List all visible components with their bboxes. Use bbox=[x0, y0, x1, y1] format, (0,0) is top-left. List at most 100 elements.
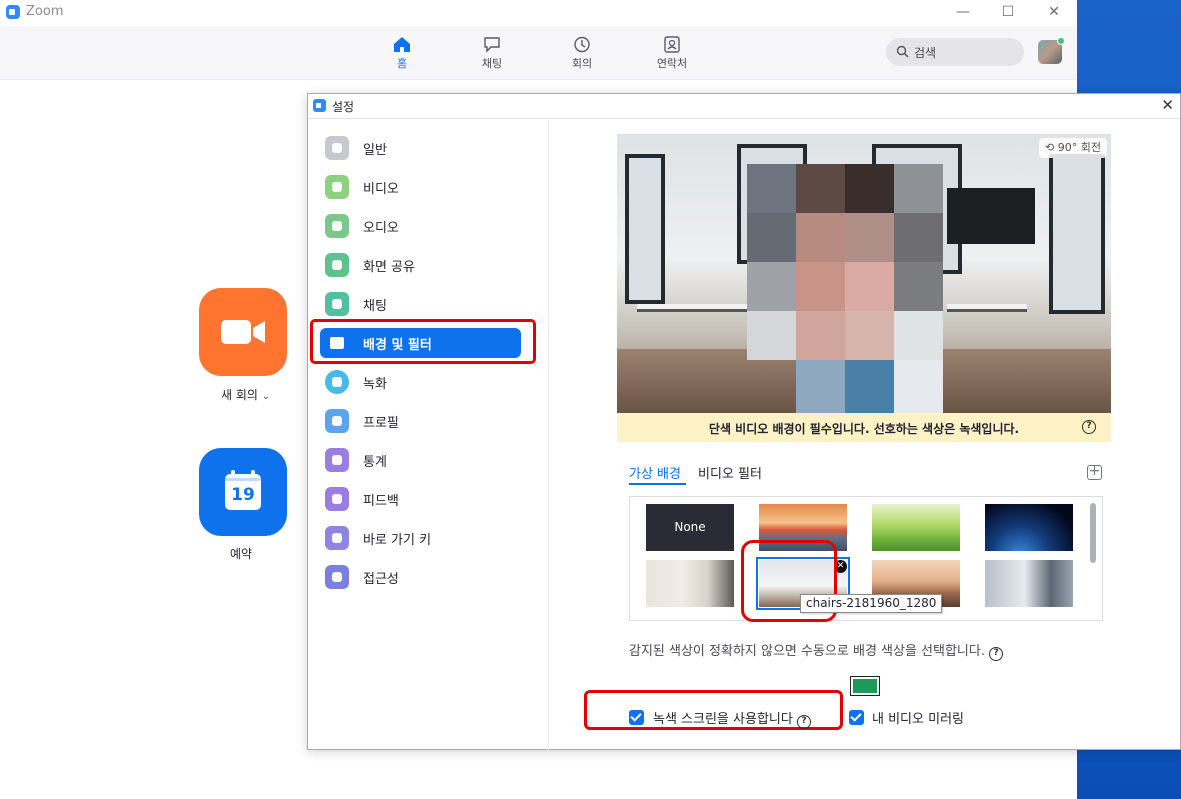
sidebar-item-share-screen[interactable]: 화면 공유 bbox=[320, 250, 521, 280]
background-none[interactable]: None bbox=[646, 504, 734, 551]
sidebar-item-label: 오디오 bbox=[363, 221, 399, 236]
zoom-logo-icon bbox=[6, 5, 20, 19]
sidebar-item-general[interactable]: 일반 bbox=[320, 133, 521, 163]
help-icon[interactable]: ? bbox=[796, 715, 811, 729]
new-meeting-button[interactable] bbox=[199, 288, 287, 376]
nav-tab-home[interactable]: 홈 bbox=[367, 36, 437, 76]
settings-title: 설정 bbox=[332, 100, 355, 114]
room-window bbox=[1049, 154, 1105, 314]
gear-icon bbox=[325, 136, 349, 160]
profile-icon bbox=[325, 409, 349, 433]
close-button[interactable]: ✕ bbox=[1036, 2, 1072, 22]
scrollbar-thumb[interactable] bbox=[1090, 503, 1096, 563]
nav-tab-label: 연락처 bbox=[656, 57, 688, 70]
sidebar-item-feedback[interactable]: 피드백 bbox=[320, 484, 521, 514]
sidebar-item-label: 녹화 bbox=[363, 377, 387, 392]
sidebar-item-label: 일반 bbox=[363, 143, 387, 158]
manual-color-hint: 감지된 색상이 정확하지 않으면 수동으로 배경 색상을 선택합니다. ? bbox=[629, 640, 1004, 661]
sidebar-item-label: 통계 bbox=[363, 455, 387, 470]
sidebar-item-label: 프로필 bbox=[363, 416, 399, 431]
zoom-logo-icon bbox=[313, 99, 326, 112]
green-screen-checkbox[interactable] bbox=[629, 710, 644, 725]
plus-icon: + bbox=[1088, 463, 1101, 479]
green-screen-label: 녹색 스크린을 사용합니다 ? bbox=[653, 708, 811, 729]
wall-tv bbox=[947, 188, 1035, 244]
room-table bbox=[637, 304, 747, 312]
feedback-icon bbox=[325, 487, 349, 511]
new-meeting-label: 새 회의 ⌄ bbox=[221, 388, 271, 402]
rotate-icon: ⟲ bbox=[1045, 141, 1058, 154]
gallery-scrollbar[interactable] bbox=[1089, 501, 1097, 619]
sidebar-item-label: 화면 공유 bbox=[363, 260, 415, 275]
tab-video-filters[interactable]: 비디오 필터 bbox=[698, 463, 762, 482]
sidebar-item-video[interactable]: 비디오 bbox=[320, 172, 521, 202]
sidebar-item-label: 비디오 bbox=[363, 182, 399, 197]
minimize-button[interactable]: — bbox=[945, 2, 981, 22]
notice-text: 단색 비디오 배경이 필수입니다. 선호하는 색상은 녹색입니다. bbox=[708, 422, 1020, 436]
accessibility-icon bbox=[325, 565, 349, 589]
video-preview: ⟲ 90° 회전 bbox=[617, 134, 1111, 413]
room-table bbox=[947, 304, 1027, 312]
video-icon bbox=[325, 175, 349, 199]
background-office[interactable] bbox=[646, 560, 734, 607]
sidebar-item-label: 피드백 bbox=[363, 494, 399, 509]
record-icon bbox=[325, 370, 349, 394]
thumbnail-tooltip: chairs-2181960_1280 bbox=[800, 594, 943, 613]
sidebar-item-label: 바로 가기 키 bbox=[363, 533, 432, 548]
window-title: Zoom bbox=[26, 4, 64, 19]
settings-title-bar: 설정 ✕ bbox=[308, 94, 1180, 119]
selected-color bbox=[853, 679, 877, 693]
green-screen-notice: 단색 비디오 배경이 필수입니다. 선호하는 색상은 녹색입니다. ? bbox=[617, 413, 1111, 442]
active-tab-underline bbox=[629, 483, 686, 485]
top-nav: 홈 채팅 회의 연락처 검색 bbox=[0, 26, 1077, 80]
nav-tab-meetings[interactable]: 회의 bbox=[547, 36, 617, 76]
nav-tab-chat[interactable]: 채팅 bbox=[457, 36, 527, 76]
add-background-button[interactable]: + bbox=[1087, 463, 1102, 480]
sidebar-item-chat[interactable]: 채팅 bbox=[320, 289, 521, 319]
avatar[interactable] bbox=[1038, 37, 1065, 64]
search-icon bbox=[896, 45, 909, 58]
nav-tab-contacts[interactable]: 연락처 bbox=[637, 36, 707, 76]
sidebar-item-statistics[interactable]: 통계 bbox=[320, 445, 521, 475]
headphones-icon bbox=[325, 214, 349, 238]
background-color-swatch[interactable] bbox=[850, 676, 880, 696]
background-earth[interactable] bbox=[985, 504, 1073, 551]
chevron-down-icon[interactable]: ⌄ bbox=[262, 391, 270, 402]
statistics-icon bbox=[325, 448, 349, 472]
rotate-button[interactable]: ⟲ 90° 회전 bbox=[1039, 138, 1107, 158]
contacts-icon bbox=[664, 36, 680, 53]
schedule-button[interactable]: 19 bbox=[199, 448, 287, 536]
nav-tab-label: 회의 bbox=[571, 57, 593, 70]
room-window bbox=[625, 154, 665, 304]
chat-icon bbox=[325, 292, 349, 316]
background-workspace[interactable] bbox=[985, 560, 1073, 607]
sidebar-item-recording[interactable]: 녹화 bbox=[320, 367, 521, 397]
nav-tab-label: 홈 bbox=[396, 57, 408, 70]
maximize-button[interactable]: ☐ bbox=[990, 2, 1026, 22]
schedule-label: 예약 bbox=[230, 547, 253, 561]
sidebar-item-accessibility[interactable]: 접근성 bbox=[320, 562, 521, 592]
presence-status-icon bbox=[1057, 37, 1065, 45]
settings-close-button[interactable]: ✕ bbox=[1161, 96, 1174, 114]
rotate-label: 90° 회전 bbox=[1057, 141, 1101, 154]
settings-sidebar: 일반 비디오 오디오 화면 공유 채팅 배경 및 필터 녹화 프로필 통계 피드… bbox=[308, 120, 549, 750]
mirror-video-label: 내 비디오 미러링 bbox=[872, 712, 964, 727]
sidebar-item-keyboard-shortcuts[interactable]: 바로 가기 키 bbox=[320, 523, 521, 553]
calendar-day: 19 bbox=[231, 485, 255, 505]
sidebar-item-audio[interactable]: 오디오 bbox=[320, 211, 521, 241]
background-grass[interactable] bbox=[872, 504, 960, 551]
sidebar-item-profile[interactable]: 프로필 bbox=[320, 406, 521, 436]
highlight-sidebar-box bbox=[310, 319, 536, 364]
chat-icon bbox=[484, 37, 500, 53]
sidebar-item-label: 채팅 bbox=[363, 299, 387, 314]
sidebar-item-label: 접근성 bbox=[363, 572, 399, 587]
tab-virtual-background[interactable]: 가상 배경 bbox=[629, 463, 681, 482]
search-input[interactable]: 검색 bbox=[886, 38, 1024, 66]
clock-icon bbox=[574, 36, 590, 53]
nav-tab-label: 채팅 bbox=[481, 57, 503, 70]
video-camera-icon bbox=[221, 320, 265, 344]
help-icon[interactable]: ? bbox=[989, 647, 1004, 661]
mirror-video-checkbox[interactable] bbox=[849, 710, 864, 725]
search-placeholder: 검색 bbox=[914, 46, 937, 60]
help-icon[interactable]: ? bbox=[1082, 420, 1096, 434]
